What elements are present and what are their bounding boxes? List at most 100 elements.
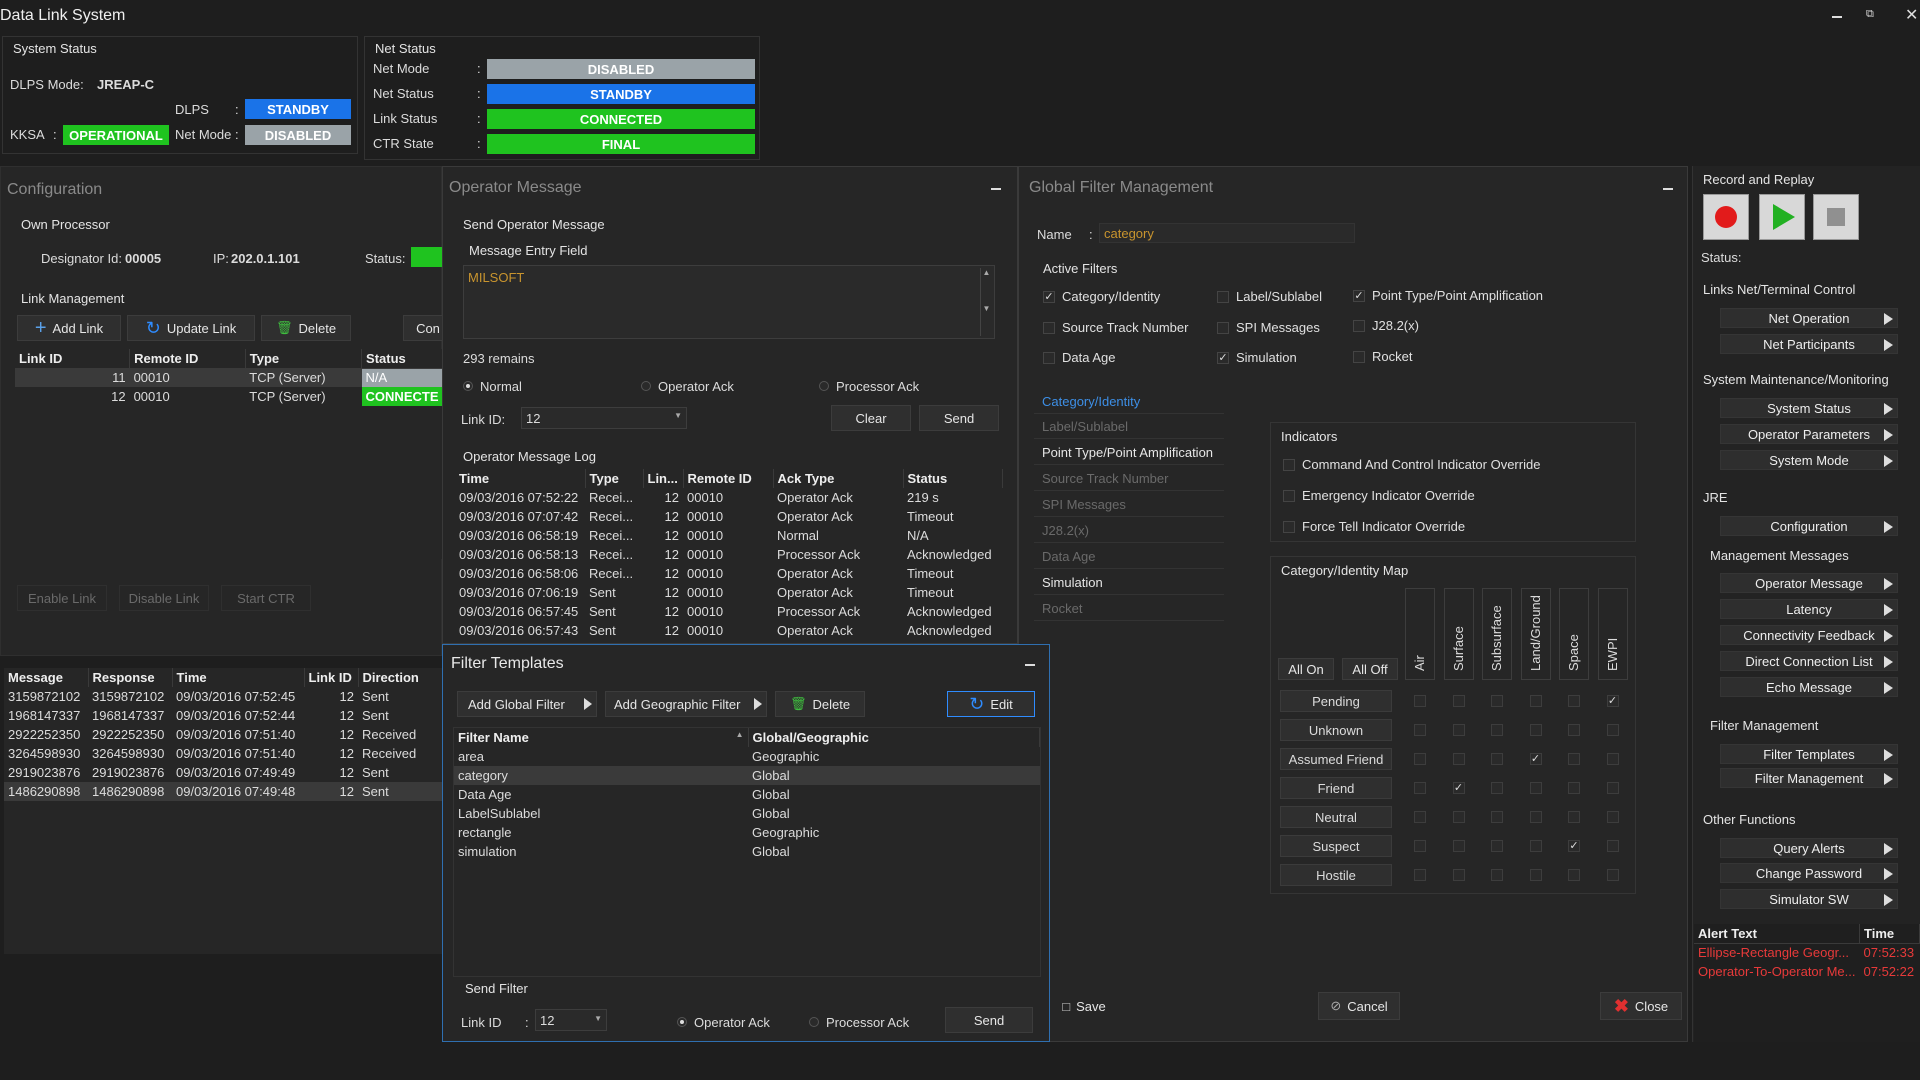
map-checkbox[interactable]	[1491, 869, 1503, 881]
all-off-button[interactable]: All Off	[1342, 658, 1398, 680]
column-header[interactable]: Message	[4, 668, 89, 687]
start-ctr-button[interactable]: Start CTR	[221, 585, 311, 611]
filter-checkbox-simulation[interactable]: ✓ Simulation	[1217, 350, 1297, 365]
column-header[interactable]: Lin...	[643, 469, 684, 488]
minimize-panel-icon[interactable]	[1025, 664, 1035, 666]
cancel-button[interactable]: ⊘ Cancel	[1318, 992, 1400, 1020]
table-row[interactable]: Data Age Global	[454, 785, 1040, 804]
indicator-checkbox[interactable]: Command And Control Indicator Override	[1283, 457, 1540, 472]
minimize-icon[interactable]	[1832, 16, 1842, 18]
sidebar-item-filter-management[interactable]: Filter Management	[1720, 768, 1898, 788]
close-button[interactable]: ✖ Close	[1600, 992, 1682, 1020]
table-row[interactable]: 09/03/2016 06:57:43 Sent 12 00010 Operator A…	[455, 621, 1003, 640]
category-list-item[interactable]: Rocket	[1034, 597, 1224, 621]
table-row[interactable]: 09/03/2016 06:58:06 Recei... 12 00010 Operat…	[455, 564, 1003, 583]
add-link-button[interactable]: + Add Link	[17, 315, 121, 341]
map-checkbox[interactable]	[1452, 724, 1465, 736]
column-header[interactable]: Remote ID	[683, 469, 774, 488]
sidebar-item-connectivity-feedback[interactable]: Connectivity Feedback	[1720, 625, 1898, 645]
category-list-item[interactable]: Source Track Number	[1034, 467, 1224, 491]
radio-normal[interactable]: Normal	[463, 379, 522, 394]
column-header[interactable]: Time	[1859, 924, 1920, 943]
column-header[interactable]: Status	[903, 469, 1003, 488]
map-checkbox[interactable]	[1568, 811, 1580, 823]
column-header[interactable]: Alert Text	[1694, 924, 1860, 943]
map-checkbox[interactable]	[1452, 753, 1465, 765]
column-header[interactable]: Link ID	[304, 668, 359, 687]
map-checkbox[interactable]	[1606, 782, 1619, 794]
map-checkbox[interactable]	[1491, 724, 1503, 736]
category-list-item[interactable]: J28.2(x)	[1034, 519, 1224, 543]
filter-checkbox-label-sublabel[interactable]: Label/Sublabel	[1217, 289, 1322, 304]
table-row[interactable]: 09/03/2016 06:57:45 Sent 12 00010 Processor …	[455, 602, 1003, 621]
stop-button[interactable]	[1813, 194, 1859, 240]
delete-filter-button[interactable]: 🗑 Delete	[775, 691, 865, 717]
column-header[interactable]: Direction	[358, 668, 444, 687]
delete-link-button[interactable]: 🗑 Delete	[261, 315, 351, 341]
alert-row[interactable]: Operator-To-Operator Me... 07:52:22	[1694, 962, 1920, 981]
filter-checkbox-point-type[interactable]: ✓ Point Type/Point Amplification	[1353, 288, 1543, 303]
send-button[interactable]: Send	[919, 405, 999, 431]
edit-filter-button[interactable]: ↻ Edit	[947, 691, 1035, 717]
save-button[interactable]: □ Save	[1044, 992, 1124, 1020]
map-checkbox[interactable]	[1606, 840, 1619, 852]
map-checkbox[interactable]: ✓	[1606, 695, 1619, 707]
map-checkbox[interactable]	[1568, 724, 1580, 736]
sidebar-item-echo-message[interactable]: Echo Message	[1720, 677, 1898, 697]
table-row[interactable]: 09/03/2016 06:58:19 Recei... 12 00010 Normal…	[455, 526, 1003, 545]
record-button[interactable]	[1703, 194, 1749, 240]
map-checkbox[interactable]	[1491, 782, 1503, 794]
radio-processor-ack[interactable]: Processor Ack	[809, 1015, 909, 1030]
sidebar-item-configuration[interactable]: Configuration	[1720, 516, 1898, 536]
message-entry-field[interactable]: MILSOFT ▲ ▼	[463, 265, 995, 339]
map-checkbox[interactable]	[1568, 869, 1580, 881]
category-list-item[interactable]: Data Age	[1034, 545, 1224, 569]
table-row[interactable]: rectangle Geographic	[454, 823, 1040, 842]
minimize-panel-icon[interactable]	[991, 188, 1001, 190]
enable-link-button[interactable]: Enable Link	[17, 585, 107, 611]
map-checkbox[interactable]: ✓	[1529, 753, 1542, 765]
sidebar-item-operator-message[interactable]: Operator Message	[1720, 573, 1898, 593]
restore-icon[interactable]: ⧉	[1866, 9, 1876, 20]
map-checkbox[interactable]	[1606, 811, 1619, 823]
table-row[interactable]: 09/03/2016 07:06:19 Sent 12 00010 Operator A…	[455, 583, 1003, 602]
add-geographic-filter-button[interactable]: Add Geographic Filter	[605, 691, 767, 717]
send-filter-link-id-select[interactable]: 12 ▼	[535, 1009, 607, 1031]
map-checkbox[interactable]	[1529, 869, 1542, 881]
table-row[interactable]: 1968147337 1968147337 09/03/2016 07:52:44 1…	[4, 706, 444, 725]
map-checkbox[interactable]	[1452, 869, 1465, 881]
filter-checkbox-j28[interactable]: J28.2(x)	[1353, 318, 1419, 333]
table-row[interactable]: simulation Global	[454, 842, 1040, 861]
table-row[interactable]: 3264598930 3264598930 09/03/2016 07:51:40 1…	[4, 744, 444, 763]
radio-operator-ack[interactable]: Operator Ack	[641, 379, 734, 394]
category-list-item[interactable]: SPI Messages	[1034, 493, 1224, 517]
category-list-item[interactable]: Point Type/Point Amplification	[1034, 441, 1224, 465]
sidebar-item-operator-parameters[interactable]: Operator Parameters	[1720, 424, 1898, 444]
column-header[interactable]: Remote ID	[129, 349, 246, 368]
map-row-button[interactable]: Neutral	[1280, 806, 1392, 828]
map-checkbox[interactable]	[1529, 724, 1542, 736]
column-header[interactable]: Global/Geographic	[748, 728, 1040, 747]
play-button[interactable]	[1759, 194, 1805, 240]
map-checkbox[interactable]	[1491, 753, 1503, 765]
filter-checkbox-spi-messages[interactable]: SPI Messages	[1217, 320, 1320, 335]
map-checkbox[interactable]	[1529, 840, 1542, 852]
table-row[interactable]: 12 00010 TCP (Server) CONNECTE	[15, 387, 443, 406]
map-checkbox[interactable]	[1414, 811, 1426, 823]
map-checkbox[interactable]	[1606, 753, 1619, 765]
column-header[interactable]: Response	[88, 668, 173, 687]
close-icon[interactable]: ✕	[1905, 5, 1918, 25]
column-header[interactable]: Time	[172, 668, 305, 687]
sidebar-item-direct-connection-list[interactable]: Direct Connection List	[1720, 651, 1898, 671]
sidebar-item-net-operation[interactable]: Net Operation	[1720, 308, 1898, 328]
map-checkbox[interactable]	[1414, 695, 1426, 707]
category-list-item[interactable]: Simulation	[1034, 571, 1224, 595]
map-checkbox[interactable]	[1491, 811, 1503, 823]
map-row-button[interactable]: Assumed Friend	[1280, 748, 1392, 770]
sidebar-item-net-participants[interactable]: Net Participants	[1720, 334, 1898, 354]
column-header[interactable]: Type	[585, 469, 644, 488]
map-checkbox[interactable]	[1568, 782, 1580, 794]
table-row[interactable]: 09/03/2016 07:07:42 Recei... 12 00010 Operat…	[455, 507, 1003, 526]
filter-checkbox-category-identity[interactable]: ✓ Category/Identity	[1043, 289, 1160, 304]
category-list-item[interactable]: Label/Sublabel	[1034, 415, 1224, 439]
